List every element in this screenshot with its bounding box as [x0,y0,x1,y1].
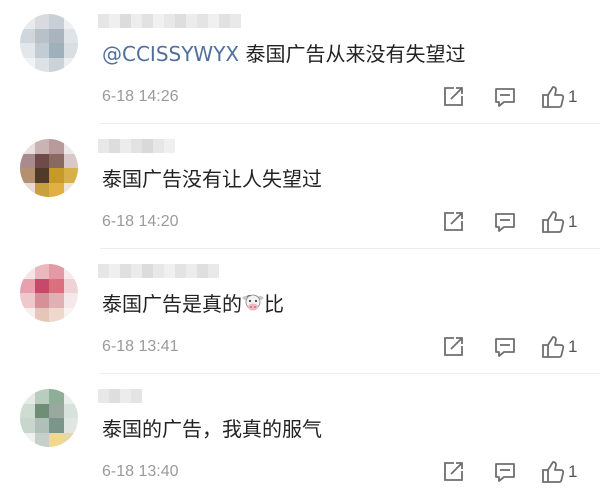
thumbs-up-icon [540,336,566,364]
comment-icon [492,338,518,364]
username-blurred[interactable] [98,389,142,403]
reply-button[interactable] [492,334,518,360]
comment-item: 泰国广告是真的比 6-18 13:41 1 [0,250,600,374]
timestamp: 6-18 14:26 [102,88,179,105]
divider [100,248,600,249]
comment-item: @CCISSYWYX 泰国广告从来没有失望过 6-18 14:26 1 [0,0,600,124]
cow-face-icon [242,292,264,316]
comment-body: 泰国广告是真的 [102,292,242,316]
comment-item: 泰国广告没有让人失望过 6-18 14:20 1 [0,125,600,249]
avatar[interactable] [20,14,78,72]
like-button[interactable] [540,459,566,485]
share-icon [440,337,466,364]
like-count: 1 [568,87,578,106]
comment-icon [492,463,518,489]
avatar[interactable] [20,264,78,322]
like-count: 1 [568,212,578,231]
divider [100,123,600,124]
comment-text: 泰国广告是真的比 [102,290,284,318]
share-button[interactable] [440,334,466,360]
divider [100,373,600,374]
username-blurred[interactable] [98,14,241,28]
share-icon [440,212,466,239]
reply-button[interactable] [492,209,518,235]
comment-body: 泰国广告没有让人失望过 [102,167,322,191]
like-count: 1 [568,337,578,356]
share-icon [440,462,466,489]
comment-icon [492,213,518,239]
like-button[interactable] [540,84,566,110]
share-icon [440,87,466,114]
timestamp: 6-18 13:41 [102,338,179,355]
like-button[interactable] [540,209,566,235]
share-button[interactable] [440,459,466,485]
reply-button[interactable] [492,459,518,485]
user-mention[interactable]: @CCISSYWYX [102,42,239,66]
comment-text: @CCISSYWYX 泰国广告从来没有失望过 [102,40,466,68]
comment-icon [492,88,518,114]
thumbs-up-icon [540,86,566,114]
like-count: 1 [568,462,578,481]
thumbs-up-icon [540,211,566,239]
thumbs-up-icon [540,461,566,489]
comment-body: 泰国的广告，我真的服气 [102,417,322,441]
share-button[interactable] [440,84,466,110]
reply-button[interactable] [492,84,518,110]
comment-item: 泰国的广告，我真的服气 6-18 13:40 1 [0,375,600,499]
comment-body: 泰国广告从来没有失望过 [239,42,466,66]
timestamp: 6-18 13:40 [102,463,179,480]
username-blurred[interactable] [98,264,219,278]
comment-text: 泰国广告没有让人失望过 [102,165,322,193]
avatar[interactable] [20,389,78,447]
like-button[interactable] [540,334,566,360]
comment-body-suffix: 比 [264,292,284,316]
username-blurred[interactable] [98,139,175,153]
share-button[interactable] [440,209,466,235]
comment-text: 泰国的广告，我真的服气 [102,415,322,443]
avatar[interactable] [20,139,78,197]
timestamp: 6-18 14:20 [102,213,179,230]
